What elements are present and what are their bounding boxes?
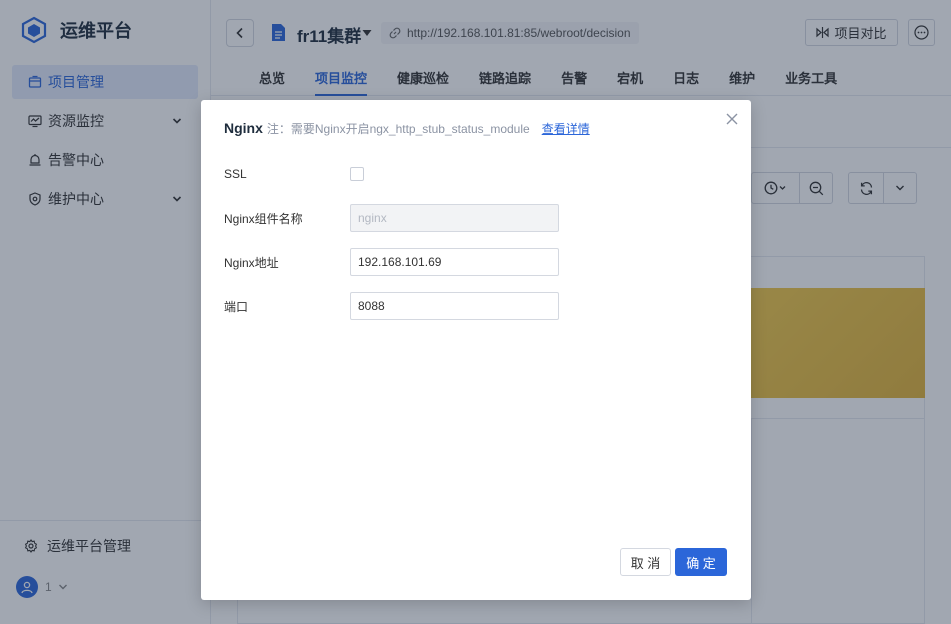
port-input[interactable] bbox=[350, 292, 559, 320]
component-name-row: Nginx组件名称 bbox=[224, 204, 559, 232]
cancel-button[interactable]: 取 消 bbox=[620, 548, 671, 576]
dialog-header: Nginx 注：需要Nginx开启ngx_http_stub_status_mo… bbox=[224, 120, 590, 137]
component-name-input[interactable] bbox=[350, 204, 559, 232]
address-row: Nginx地址 bbox=[224, 248, 559, 276]
nginx-config-dialog: Nginx 注：需要Nginx开启ngx_http_stub_status_mo… bbox=[201, 100, 751, 600]
confirm-button[interactable]: 确 定 bbox=[675, 548, 727, 576]
address-label: Nginx地址 bbox=[224, 255, 279, 270]
ssl-row: SSL bbox=[224, 167, 364, 181]
ssl-label: SSL bbox=[224, 167, 247, 181]
port-row: 端口 bbox=[224, 292, 559, 320]
component-name-label: Nginx组件名称 bbox=[224, 211, 303, 226]
view-details-link[interactable]: 查看详情 bbox=[542, 120, 590, 137]
address-input[interactable] bbox=[350, 248, 559, 276]
port-label: 端口 bbox=[224, 299, 249, 314]
ssl-checkbox[interactable] bbox=[350, 167, 364, 181]
dialog-title: Nginx bbox=[224, 120, 263, 136]
close-icon[interactable] bbox=[725, 112, 739, 126]
dialog-note: 注：需要Nginx开启ngx_http_stub_status_module bbox=[266, 122, 530, 136]
